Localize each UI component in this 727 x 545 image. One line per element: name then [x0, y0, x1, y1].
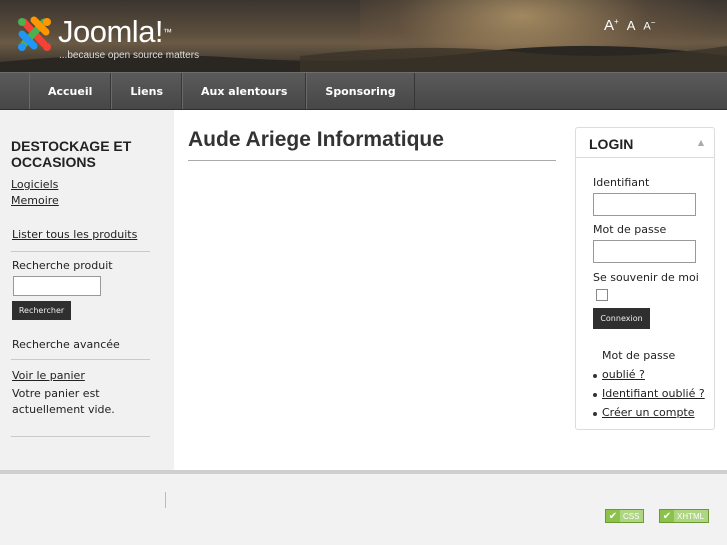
forgot-password-link[interactable]: oublié ?: [602, 368, 645, 381]
login-submit-button[interactable]: Connexion: [593, 308, 650, 329]
login-header: LOGIN ▲: [576, 128, 714, 158]
username-input[interactable]: [593, 193, 696, 216]
site-footer: ✔ CSS ✔ XHTML: [0, 474, 727, 545]
username-label: Identifiant: [593, 176, 650, 189]
list-all-products-link[interactable]: Lister tous les produits: [12, 228, 137, 241]
site-logo[interactable]: Joomla!™: [14, 14, 172, 54]
remember-me-checkbox[interactable]: [596, 289, 608, 301]
advanced-search-link[interactable]: Recherche avancée: [12, 338, 120, 351]
xhtml-badge-label: XHTML: [674, 510, 709, 522]
category-link-memoire[interactable]: Memoire: [11, 194, 59, 207]
password-input[interactable]: [593, 240, 696, 263]
login-module: LOGIN ▲ Identifiant Mot de passe Se souv…: [575, 127, 715, 430]
nav-item-sponsoring[interactable]: Sponsoring: [306, 73, 415, 109]
list-item: Mot de passe oublié ?: [593, 346, 711, 384]
sidebar-divider: [11, 436, 150, 437]
forgot-password-prefix: Mot de passe: [602, 349, 676, 362]
page-title: Aude Ariege Informatique: [188, 128, 444, 151]
footer-separator: [165, 492, 166, 508]
nav-item-accueil[interactable]: Accueil: [29, 73, 112, 109]
font-size-controls: A+ A A−: [604, 17, 655, 34]
logo-wordmark: Joomla!™: [58, 14, 172, 49]
login-title: LOGIN: [589, 136, 634, 152]
checkmark-icon: ✔: [608, 510, 618, 522]
product-search-label: Recherche produit: [12, 259, 113, 272]
joomla-logo-icon: [18, 16, 51, 51]
main-nav: Accueil Liens Aux alentours Sponsoring: [0, 72, 727, 110]
login-links: Mot de passe oublié ? Identifiant oublié …: [593, 346, 711, 422]
create-account-link[interactable]: Créer un compte: [602, 406, 695, 419]
css-badge-label: CSS: [620, 510, 644, 522]
sidebar-divider: [11, 251, 150, 252]
sidebar-title: DESTOCKAGE ET OCCASIONS: [11, 138, 132, 170]
title-underline: [188, 160, 556, 161]
password-label: Mot de passe: [593, 223, 667, 236]
nav-item-liens[interactable]: Liens: [111, 73, 183, 109]
cart-status-text: Votre panier est actuellement vide.: [12, 387, 115, 416]
search-button[interactable]: Rechercher: [12, 301, 71, 320]
list-item: Identifiant oublié ?: [593, 384, 711, 403]
view-cart-link[interactable]: Voir le panier: [12, 369, 85, 382]
checkmark-icon: ✔: [662, 510, 672, 522]
forgot-username-link[interactable]: Identifiant oublié ?: [602, 387, 705, 400]
logo-tagline: ...because open source matters: [59, 50, 200, 61]
font-reset-button[interactable]: A: [627, 18, 636, 33]
left-sidebar: DESTOCKAGE ET OCCASIONS Logiciels Memoir…: [0, 110, 174, 470]
product-search-input[interactable]: [13, 276, 101, 296]
category-link-logiciels[interactable]: Logiciels: [11, 178, 58, 191]
remember-me-label: Se souvenir de moi: [593, 271, 699, 284]
nav-item-aux-alentours[interactable]: Aux alentours: [182, 73, 307, 109]
font-larger-button[interactable]: A+: [604, 17, 619, 34]
site-header: Joomla!™ ...because open source matters …: [0, 0, 727, 72]
xhtml-valid-badge[interactable]: ✔ XHTML: [659, 509, 710, 523]
collapse-icon[interactable]: ▲: [698, 138, 704, 147]
font-smaller-button[interactable]: A−: [643, 18, 655, 33]
css-valid-badge[interactable]: ✔ CSS: [605, 509, 645, 523]
sidebar-divider: [11, 359, 150, 360]
list-item: Créer un compte: [593, 403, 711, 422]
